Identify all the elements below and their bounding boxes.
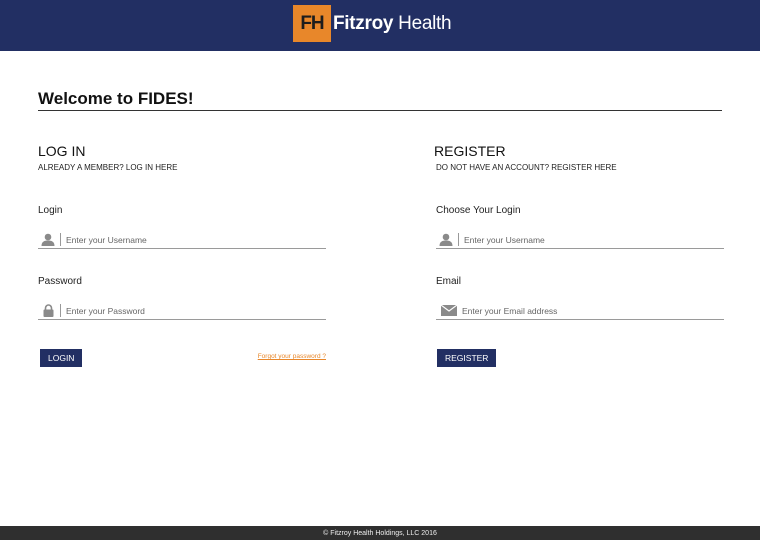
register-title: REGISTER bbox=[434, 143, 506, 159]
field-separator bbox=[458, 233, 459, 246]
register-subtitle: DO NOT HAVE AN ACCOUNT? REGISTER HERE bbox=[436, 163, 617, 172]
copyright-text: © Fitzroy Health Holdings, LLC 2016 bbox=[323, 529, 437, 537]
login-username-field[interactable] bbox=[38, 231, 326, 249]
lock-icon bbox=[38, 304, 58, 318]
envelope-icon bbox=[436, 304, 462, 318]
forgot-password-link[interactable]: Forgot your password ? bbox=[258, 353, 326, 360]
user-icon bbox=[436, 233, 456, 247]
register-button[interactable]: REGISTER bbox=[437, 349, 497, 367]
fitzroy-health-logo[interactable]: FH Fitzroy Health bbox=[293, 5, 452, 42]
login-password-field[interactable] bbox=[38, 302, 326, 320]
register-email-label: Email bbox=[436, 276, 462, 287]
login-password-label: Password bbox=[38, 276, 82, 287]
page-footer: © Fitzroy Health Holdings, LLC 2016 bbox=[0, 526, 760, 540]
user-icon bbox=[38, 233, 58, 247]
register-username-input[interactable] bbox=[464, 232, 704, 247]
register-email-input[interactable] bbox=[462, 303, 702, 318]
page-title: Welcome to FIDES! bbox=[38, 89, 194, 108]
logo-wordmark: Fitzroy Health bbox=[333, 12, 452, 35]
register-email-field[interactable] bbox=[436, 302, 724, 320]
login-password-input[interactable] bbox=[66, 303, 306, 318]
login-title: LOG IN bbox=[38, 143, 86, 159]
top-header: FH Fitzroy Health bbox=[0, 0, 760, 51]
title-divider bbox=[38, 110, 722, 111]
field-separator bbox=[60, 304, 61, 317]
login-username-input[interactable] bbox=[66, 232, 306, 247]
register-username-label: Choose Your Login bbox=[436, 205, 521, 216]
field-separator bbox=[60, 233, 61, 246]
login-button[interactable]: LOGIN bbox=[40, 349, 83, 367]
logo-word-bold: Fitzroy bbox=[333, 12, 394, 34]
login-username-label: Login bbox=[38, 205, 63, 216]
logo-word-regular: Health bbox=[398, 12, 452, 34]
logo-mark: FH bbox=[293, 5, 331, 42]
register-username-field[interactable] bbox=[436, 231, 724, 249]
login-subtitle: ALREADY A MEMBER? LOG IN HERE bbox=[38, 163, 178, 172]
